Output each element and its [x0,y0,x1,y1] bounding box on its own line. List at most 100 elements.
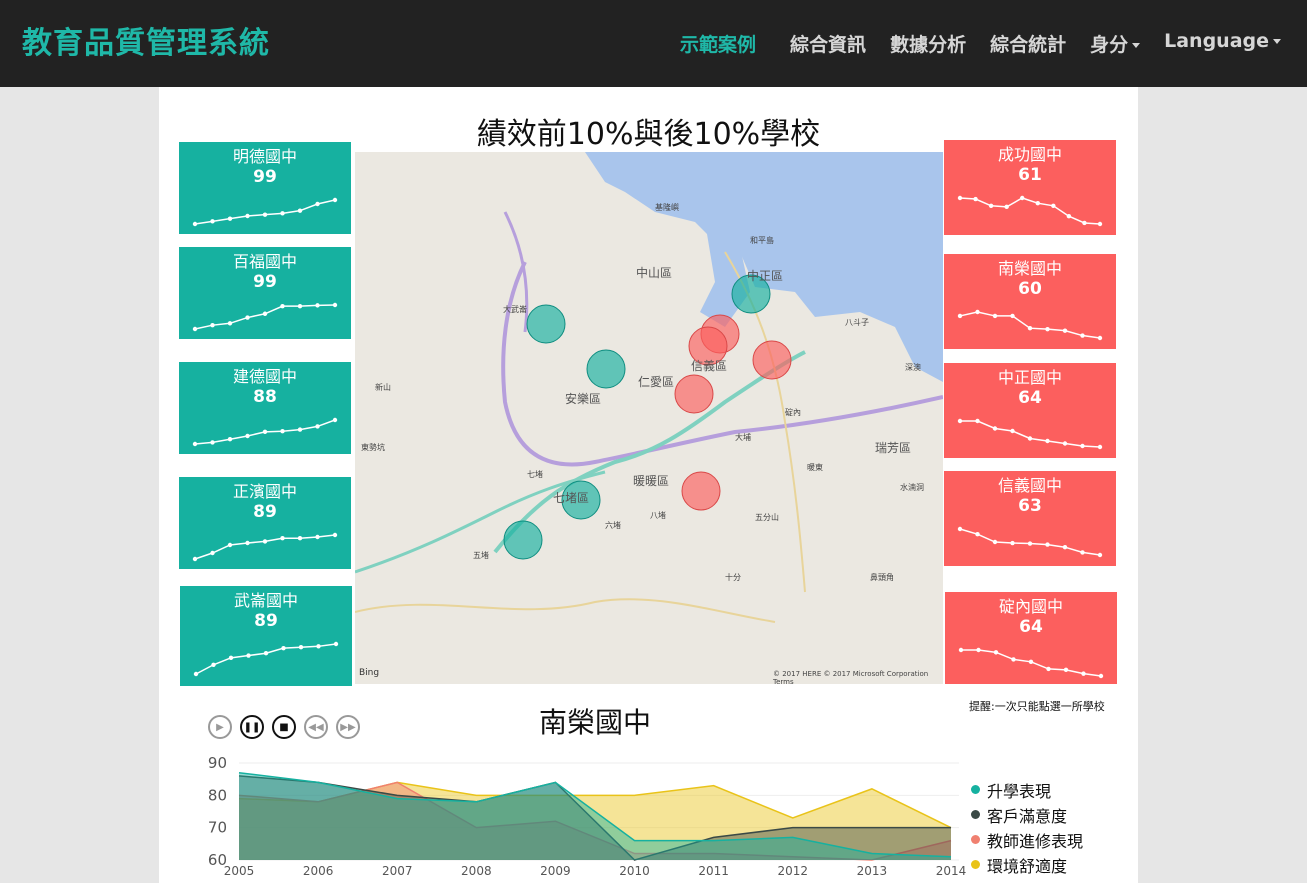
sparkline-point [1051,203,1056,208]
sparkline-point [332,417,338,423]
sparkline-point [192,221,198,227]
bottom-school-marker[interactable] [752,340,792,380]
nav-menu: 示範案例 綜合資訊 數據分析 綜合統計 身分 Language [680,30,1281,57]
sparkline-point [957,526,963,532]
legend-label: 環境舒適度 [987,856,1068,876]
fast-forward-icon[interactable]: ▶▶ [336,715,360,739]
sparkline-point [1010,540,1015,546]
sparkline-point [227,216,233,221]
legend-item[interactable]: 環境舒適度 [971,852,1083,877]
sparkline-point [192,556,198,562]
sparkline-point [992,426,998,431]
sparkline-line [194,304,336,330]
school-score: 61 [1018,165,1042,185]
sparkline-point [1097,444,1103,450]
sparkline-chart [192,532,338,562]
sparkline-chart [192,197,338,227]
top-school-marker[interactable] [586,349,626,389]
top-school-card[interactable]: 建德國中 88 [179,362,351,454]
sparkline-line [194,534,336,560]
x-tick-label: 2005 [224,864,255,878]
map-label-place: 和平島 [750,236,774,245]
pause-icon[interactable]: ❚❚ [240,715,264,739]
x-tick-label: 2006 [303,864,334,878]
sparkline-point [1097,335,1103,341]
bottom-school-card[interactable]: 信義國中 63 [944,471,1116,566]
sparkline-point [245,213,250,219]
sparkline-point [263,651,269,656]
bottom-school-marker[interactable] [674,374,714,414]
nav-language-dropdown[interactable]: Language [1164,30,1281,57]
sparkline-point [262,539,268,544]
play-icon[interactable]: ▶ [208,715,232,739]
top-school-card[interactable]: 明德國中 99 [179,142,351,234]
school-name: 成功國中 [997,145,1062,164]
top-school-card[interactable]: 正濱國中 89 [179,477,351,569]
map-background [355,152,943,623]
sparkline-point [1035,201,1040,206]
nav-stats[interactable]: 綜合統計 [990,30,1066,57]
legend-dot [971,810,980,819]
top-school-marker[interactable] [526,304,566,344]
top-school-marker[interactable] [503,520,543,560]
bottom-school-card[interactable]: 成功國中 61 [944,140,1116,235]
y-tick-label: 90 [208,754,227,772]
map-label-place: 十分 [725,573,741,582]
sparkline-point [227,542,233,548]
school-name: 中正國中 [997,368,1062,387]
sparkline-point [298,645,304,650]
nav-analysis[interactable]: 數據分析 [890,30,966,57]
sparkline-line [960,420,1101,448]
x-tick-label: 2010 [619,864,650,878]
sparkline-point [297,303,303,309]
sparkline-point [1045,326,1050,332]
map-label-place: 六堵 [605,521,621,530]
sparkline-point [280,303,285,309]
stop-icon[interactable]: ■ [272,715,296,739]
sparkline-chart [193,641,339,677]
sparkline-point [1011,657,1016,662]
school-score: 89 [254,611,278,631]
sparkline-point [228,655,234,661]
legend-item[interactable]: 教師進修表現 [971,827,1083,852]
map-label-district: 暖暖區 [633,474,670,488]
x-tick-label: 2014 [936,864,967,878]
bottom-school-card[interactable]: 碇內國中 64 [945,592,1117,684]
legend-item[interactable]: 客戶滿意度 [971,802,1083,827]
caret-down-icon [1273,39,1281,44]
map-label-place: 大武崙 [503,305,527,314]
top-school-card[interactable]: 百福國中 99 [179,247,351,339]
sparkline-point [992,539,998,545]
nav-demo[interactable]: 示範案例 [680,30,756,57]
sparkline-point [262,212,268,217]
map-label-place: 大埔 [735,433,751,442]
sparkline-point [1080,443,1085,449]
sparkline-point [210,440,215,445]
legend-label: 升學表現 [987,781,1052,801]
top-school-card[interactable]: 武崙國中 89 [180,586,352,686]
school-map[interactable]: 中山區 中正區 信義區 仁愛區 安樂區 七堵區 暖暖區 瑞芳區 和平島 八斗子 … [355,152,943,684]
sparkline-point [975,309,980,315]
y-tick-label: 70 [208,819,227,837]
sparkline-point [1027,541,1033,546]
sparkline-point [193,671,199,677]
school-score: 89 [253,502,277,522]
brand-title[interactable]: 教育品質管理系統 [22,18,270,62]
legend-item[interactable]: 升學表現 [971,777,1083,802]
sparkline-point [976,647,981,653]
nav-language-label: Language [1164,30,1269,52]
nav-identity-dropdown[interactable]: 身分 [1090,30,1141,57]
school-name: 百福國中 [232,252,297,271]
sparkline-point [280,211,285,216]
rewind-icon[interactable]: ◀◀ [304,715,328,739]
map-label-place: 暖東 [807,463,823,472]
nav-info[interactable]: 綜合資訊 [790,30,866,57]
sparkline-point [227,321,233,326]
bottom-school-card[interactable]: 南榮國中 60 [944,254,1116,349]
sparkline-point [211,662,216,667]
bottom-school-card[interactable]: 中正國中 64 [944,363,1116,458]
map-label-place: 七堵 [527,470,543,479]
sparkline-point [1097,221,1103,227]
bottom-school-marker[interactable] [681,471,721,511]
map-label-district: 信義區 [691,359,728,373]
